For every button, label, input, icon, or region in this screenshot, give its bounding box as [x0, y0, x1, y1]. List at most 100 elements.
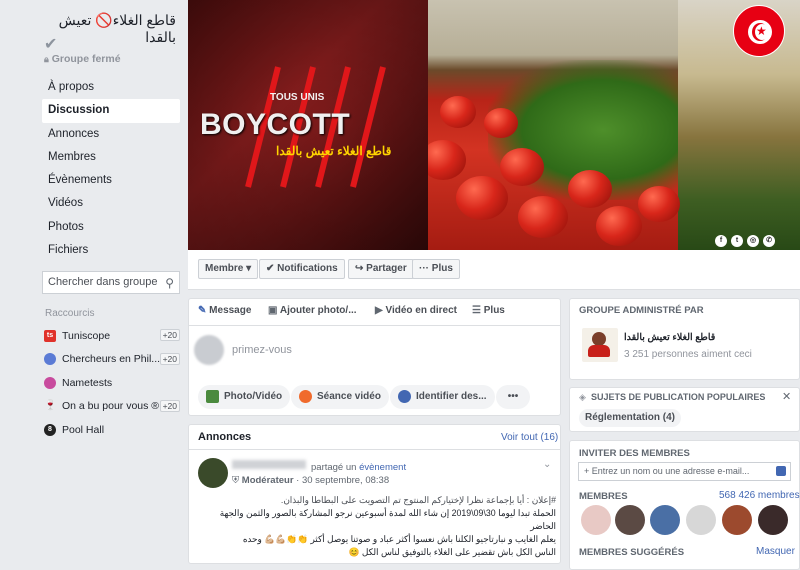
close-icon[interactable]: ✕	[782, 390, 791, 403]
cover-tagline: TOUS UNIS	[270, 92, 325, 103]
nav-videos[interactable]: Vidéos	[42, 192, 180, 215]
tunisia-flag-icon: ★	[733, 5, 785, 57]
group-nav: À propos Discussion Annonces Membres Évè…	[42, 76, 180, 262]
invite-input[interactable]: + Entrez un nom ou une adresse e-mail...	[578, 462, 791, 481]
divider	[188, 449, 561, 450]
tomato-shape	[440, 96, 476, 128]
chip-watch-party[interactable]: Séance vidéo	[291, 385, 389, 409]
admin-page-avatar[interactable]	[582, 328, 618, 362]
shortcut-chercheurs[interactable]: Chercheurs en Phil... +20	[44, 348, 180, 372]
tuniscope-icon: ts	[44, 329, 56, 342]
avatar[interactable]	[722, 505, 752, 535]
chip-tag-people[interactable]: Identifier des...	[390, 385, 495, 409]
avatar[interactable]	[650, 505, 680, 535]
tomato-shape	[518, 196, 568, 238]
shortcut-pool-hall[interactable]: 8 Pool Hall	[44, 418, 180, 442]
chip-label: Photo/Vidéo	[224, 391, 283, 402]
tab-more-label: Plus	[483, 305, 505, 316]
post-action: partagé un évènement	[311, 462, 406, 473]
admin-page-name[interactable]: قاطع الغلاء تعيش بالقدا	[624, 332, 715, 343]
avatar[interactable]	[686, 505, 716, 535]
invite-placeholder: + Entrez un nom ou une adresse e-mail...	[584, 466, 750, 476]
watch-party-icon	[299, 389, 312, 403]
more-options-button[interactable]: •••	[496, 385, 530, 409]
check-icon: ✔	[44, 36, 58, 53]
shortcuts-title: Raccourcis	[45, 308, 95, 319]
notifications-button[interactable]: ✔ Notifications	[259, 259, 345, 279]
post-date[interactable]: · 30 septembre, 08:38	[296, 475, 389, 486]
admin-heading: GROUPE ADMINISTRÉ PAR	[579, 305, 704, 316]
avatar[interactable]	[758, 505, 788, 535]
chip-photo-video[interactable]: Photo/Vidéo	[198, 385, 291, 409]
event-link[interactable]: évènement	[359, 462, 406, 473]
tab-add-photo-label: Ajouter photo/...	[279, 305, 357, 316]
post-action-text: partagé un	[311, 462, 357, 473]
flag-star: ★	[756, 24, 767, 38]
nav-photos[interactable]: Photos	[42, 216, 180, 239]
shortcut-nametests[interactable]: Nametests	[44, 371, 180, 395]
shortcut-label: Chercheurs en Phil...	[62, 353, 161, 366]
tomato-shape	[500, 148, 544, 186]
tab-more[interactable]: ☰ Plus	[472, 305, 505, 316]
nav-about[interactable]: À propos	[42, 76, 180, 99]
post-meta: ⛨ Modérateur · 30 septembre, 08:38	[232, 475, 389, 486]
tab-message-label: Message	[209, 305, 252, 316]
share-button[interactable]: ↪ Partager	[348, 259, 414, 279]
nav-discussion[interactable]: Discussion	[42, 99, 180, 123]
tag-people-icon	[398, 389, 411, 403]
nametests-icon	[44, 376, 56, 389]
member-button[interactable]: Membre ▾	[198, 259, 259, 279]
group-title[interactable]: قاطع الغلاء🚫 تعيش بالقدا	[44, 12, 176, 46]
shortcut-label: Pool Hall	[62, 423, 105, 436]
tab-live-video-label: Vidéo en direct	[385, 305, 457, 316]
tomato-shape	[596, 206, 642, 246]
admin-likes: 3 251 personnes aiment ceci	[624, 349, 752, 360]
tomato-shape	[456, 176, 508, 220]
topics-heading: SUJETS DE PUBLICATION POPULAIRES	[591, 392, 766, 402]
tab-add-photo[interactable]: ▣ Ajouter photo/...	[268, 305, 357, 316]
avatar[interactable]	[615, 505, 645, 535]
tag-icon: ◈	[579, 392, 586, 402]
topic-chip[interactable]: Réglementation (4)	[579, 409, 682, 427]
group-search-input[interactable]: Chercher dans groupe ⚲	[42, 271, 180, 294]
shortcut-on-a-bu[interactable]: 🍷 On a bu pour vous ® +20	[44, 395, 180, 419]
tab-message[interactable]: ✎ Message	[198, 305, 251, 316]
shortcut-label: Nametests	[62, 376, 113, 389]
cover-arabic-slogan: قاطع الغلاء تعيش بالقدا	[276, 144, 392, 158]
nav-files[interactable]: Fichiers	[42, 239, 180, 262]
nav-members[interactable]: Membres	[42, 146, 180, 169]
see-all-link[interactable]: Voir tout (16)	[501, 432, 558, 443]
hide-link[interactable]: Masquer	[756, 546, 795, 557]
members-count[interactable]: 568 426 membres	[719, 490, 800, 501]
post-body: #إعلان : أيا بإجماعة نظرا لإختياركم المن…	[196, 494, 556, 559]
tomato-shape	[568, 170, 612, 208]
shield-icon: ⛨	[232, 475, 240, 486]
avatar-shirt	[588, 345, 610, 357]
moderator-badge: Modérateur	[241, 475, 294, 486]
search-icon[interactable]: ⚲	[165, 276, 174, 290]
shortcut-tuniscope[interactable]: ts Tuniscope +20	[44, 324, 180, 348]
avatar[interactable]	[581, 505, 611, 535]
group-privacy-label: Groupe fermé	[51, 53, 121, 65]
suggested-heading: MEMBRES SUGGÉRÉS	[579, 547, 685, 558]
nav-announcements[interactable]: Annonces	[42, 123, 180, 146]
whatsapp-icon: ✆	[763, 235, 775, 247]
shortcut-count: +20	[159, 399, 180, 412]
members-heading[interactable]: MEMBRES	[579, 491, 628, 502]
nav-events[interactable]: Évènements	[42, 169, 180, 192]
avatar[interactable]	[198, 458, 228, 488]
tomato-shape	[484, 108, 518, 138]
video-icon: ▶	[375, 305, 383, 316]
cover-photo[interactable]: TOUS UNIS BOYCOTT قاطع الغلاء تعيش بالقد…	[188, 0, 800, 250]
chevron-down-icon[interactable]: ⌄	[543, 459, 551, 470]
author-name-blurred	[232, 460, 306, 469]
more-button[interactable]: ··· Plus	[412, 259, 460, 279]
avatar	[592, 332, 606, 346]
tab-live-video[interactable]: ▶ Vidéo en direct	[375, 305, 457, 316]
twitter-icon: t	[731, 235, 743, 247]
camera-icon: ▣	[268, 305, 278, 316]
post-line: الحملة تبدا ليوما 30\09\2019 إن شاء الله…	[219, 508, 556, 531]
contacts-icon[interactable]	[776, 466, 786, 476]
shortcut-count: +20	[159, 329, 180, 341]
composer-input[interactable]: primez-vous	[232, 344, 292, 356]
